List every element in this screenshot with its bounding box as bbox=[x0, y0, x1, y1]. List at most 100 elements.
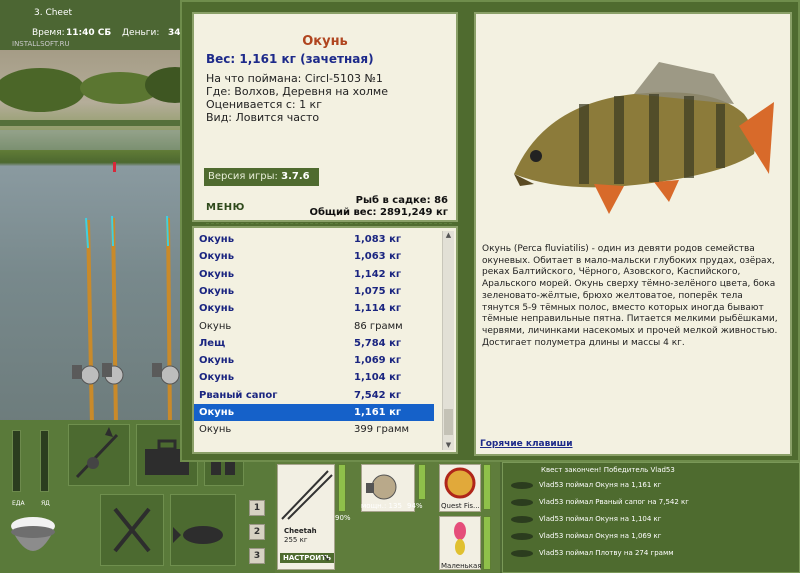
version-label: Версия игры: bbox=[208, 171, 278, 182]
fish-icon bbox=[511, 482, 533, 489]
catch-fish-weight: 1,161 кг bbox=[354, 407, 402, 418]
catch-row[interactable]: Окунь 1,104 кг bbox=[194, 369, 434, 386]
catch-fish-name: Окунь bbox=[199, 285, 235, 297]
catch-row[interactable]: Окунь 1,083 кг bbox=[194, 231, 434, 248]
catch-row[interactable]: Окунь 399 грамм bbox=[194, 421, 434, 438]
catch-row[interactable]: Лещ 5,784 кг bbox=[194, 335, 434, 352]
catch-row[interactable]: Окунь 1,142 кг bbox=[194, 266, 434, 283]
catch-row[interactable]: Рваный сапог 7,542 кг bbox=[194, 387, 434, 404]
catch-fish-name: Окунь bbox=[199, 372, 235, 384]
catch-fish-name: Окунь bbox=[199, 320, 232, 332]
catch-fish-weight: 86 грамм bbox=[354, 320, 403, 332]
divider bbox=[206, 223, 452, 224]
catch-fish-name: Окунь bbox=[199, 303, 235, 315]
fish-weight: Вес: 1,161 кг (зачетная) bbox=[206, 52, 374, 66]
lake-scene[interactable] bbox=[0, 50, 190, 425]
catch-fish-weight: 1,114 кг bbox=[354, 303, 402, 315]
rod-slot[interactable]: Cheetah 255 кг НАСТРОИТЬ ➘ bbox=[277, 464, 335, 570]
bread-pot-icon[interactable] bbox=[6, 510, 60, 565]
news-item: Vlad53 поймал Рваный сапог на 7,542 кг bbox=[503, 494, 799, 511]
catch-fish-name: Окунь bbox=[199, 234, 235, 245]
catch-fish-name: Окунь bbox=[199, 407, 235, 418]
poison-gauge-label: ЯД bbox=[41, 500, 50, 507]
line-durability-bar bbox=[483, 464, 491, 510]
rods-button[interactable] bbox=[68, 424, 130, 486]
food-button[interactable] bbox=[100, 494, 164, 566]
bait-name: Маленькая bbox=[441, 562, 482, 570]
fish-description: Окунь (Perca fluviatilis) - один из девя… bbox=[482, 244, 778, 348]
catch-fish-weight: 1,075 кг bbox=[354, 285, 402, 297]
version-value: 3.7.6 bbox=[281, 171, 310, 182]
watermark: INSTALLSOFT.RU bbox=[12, 40, 70, 48]
bait-durability-bar bbox=[483, 516, 491, 570]
rod-2-icon bbox=[102, 215, 124, 425]
rod-durability-value: 90% bbox=[335, 514, 351, 522]
catch-fish-name: Рваный сапог bbox=[199, 389, 278, 401]
rod-weight: 255 кг bbox=[284, 536, 308, 544]
scroll-thumb[interactable] bbox=[444, 409, 453, 435]
gear-panel: Cheetah 255 кг НАСТРОИТЬ ➘ 90% мощн.: 13… bbox=[275, 462, 500, 573]
status-bar: 3. Cheet Время: 11:40 СБ Деньги: 34 INST… bbox=[0, 0, 190, 50]
version-box: Версия игры: 3.7.6 bbox=[204, 168, 319, 186]
rod-reel-icon bbox=[75, 427, 119, 479]
fish-bait: На что поймана: Circl-5103 №1 bbox=[206, 72, 383, 85]
poison-gauge bbox=[40, 430, 49, 492]
line-name: Quest Fis... bbox=[441, 502, 480, 510]
catch-fish-weight: 7,542 кг bbox=[354, 389, 402, 401]
menu-button[interactable]: МЕНЮ bbox=[206, 202, 245, 213]
scroll-down-icon[interactable]: ▼ bbox=[443, 441, 454, 449]
slot-1-button[interactable]: 1 bbox=[249, 500, 265, 516]
reel-durability-bar bbox=[418, 464, 426, 500]
food-gauge-label: ЕДА bbox=[12, 500, 25, 507]
slot-3-button[interactable]: 3 bbox=[249, 548, 265, 564]
scroll-up-icon[interactable]: ▲ bbox=[443, 231, 454, 239]
catch-fish-weight: 399 грамм bbox=[354, 424, 410, 436]
reel-durability-value: 94% bbox=[407, 502, 423, 510]
catch-row[interactable]: Окунь 86 грамм bbox=[194, 318, 434, 335]
rod-icon bbox=[281, 470, 333, 520]
catch-row[interactable]: Окунь 1,069 кг bbox=[194, 352, 434, 369]
slot-2-button[interactable]: 2 bbox=[249, 524, 265, 540]
money-value: 34 bbox=[168, 28, 181, 38]
perch-image bbox=[514, 62, 774, 214]
rod-1-icon bbox=[72, 217, 100, 425]
keepnet-dialog: Окунь Вес: 1,161 кг (зачетная) На что по… bbox=[180, 0, 800, 462]
catch-fish-weight: 1,063 кг bbox=[354, 251, 402, 263]
catch-fish-name: Лещ bbox=[199, 337, 226, 349]
news-log[interactable]: Квест закончен! Победитель Vlad53 Vlad53… bbox=[502, 462, 800, 573]
fish-description-panel: Окунь (Perca fluviatilis) - один из девя… bbox=[474, 12, 792, 456]
rod-3-icon bbox=[152, 215, 180, 425]
fish-kind: Вид: Ловится часто bbox=[206, 111, 320, 124]
hotkeys-link[interactable]: Горячие клавиши bbox=[480, 439, 573, 449]
money-label: Деньги: bbox=[122, 28, 160, 38]
catch-row[interactable]: Окунь 1,075 кг bbox=[194, 283, 434, 300]
time-value: 11:40 СБ bbox=[66, 28, 112, 38]
reel-power: мощн.: 135 bbox=[361, 502, 402, 510]
time-label: Время: bbox=[32, 28, 65, 38]
catch-fish-name: Окунь bbox=[199, 424, 232, 436]
fish-icon bbox=[173, 526, 223, 544]
news-item: Vlad53 поймал Окуня на 1,161 кг bbox=[503, 477, 799, 494]
catch-fish-weight: 5,784 кг bbox=[354, 337, 402, 349]
fish-rated: Оценивается с: 1 кг bbox=[206, 98, 322, 111]
fish-info-panel: Окунь Вес: 1,161 кг (зачетная) На что по… bbox=[192, 12, 458, 224]
fork-knife-icon bbox=[113, 507, 151, 553]
catch-list[interactable]: Окунь 1,083 кг Окунь 1,063 кг Окунь 1,142 кг О… bbox=[192, 226, 458, 454]
catch-fish-name: Окунь bbox=[199, 268, 235, 280]
fish-icon bbox=[511, 499, 533, 506]
float-icon bbox=[113, 162, 116, 172]
keepnet-total: Общий вес: 2891,249 кг bbox=[309, 207, 448, 218]
catch-row[interactable]: Окунь 1,063 кг bbox=[194, 248, 434, 265]
lure-icon bbox=[454, 522, 466, 555]
news-item: Vlad53 поймал Окуня на 1,104 кг bbox=[503, 511, 799, 528]
fish-icon bbox=[511, 550, 533, 557]
catch-list-scrollbar[interactable]: ▲ ▼ bbox=[442, 231, 454, 450]
fish-place: Где: Волхов, Деревня на холме bbox=[206, 85, 388, 98]
catch-row[interactable]: Окунь 1,161 кг bbox=[194, 404, 434, 421]
fish-collection-button[interactable] bbox=[170, 494, 236, 566]
catch-fish-name: Окунь bbox=[199, 251, 235, 263]
catch-row[interactable]: Окунь 1,114 кг bbox=[194, 300, 434, 317]
catch-fish-weight: 1,104 кг bbox=[354, 372, 402, 384]
arrow-icon: ➘ bbox=[322, 553, 331, 564]
catch-fish-weight: 1,142 кг bbox=[354, 268, 402, 280]
